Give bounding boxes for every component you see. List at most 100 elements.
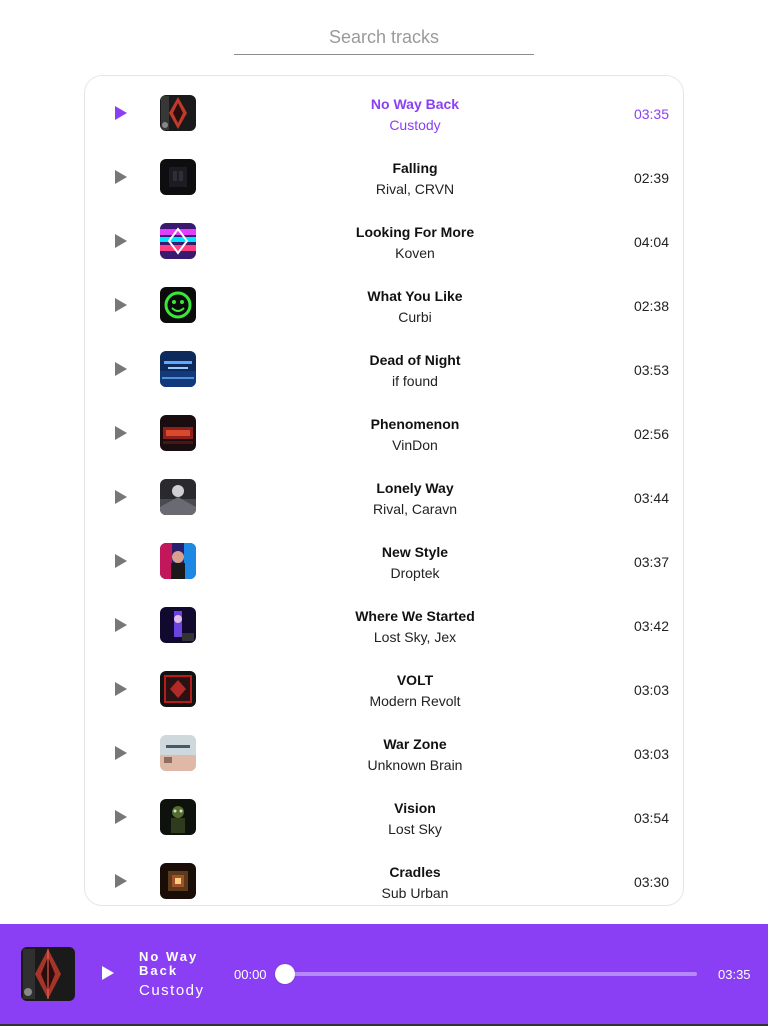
play-icon[interactable] xyxy=(115,362,127,376)
search-bar xyxy=(234,22,534,55)
track-info: VOLT Modern Revolt xyxy=(215,671,615,710)
track-row[interactable]: Lonely Way Rival, Caravn 03:44 xyxy=(85,464,683,528)
play-icon[interactable] xyxy=(115,682,127,696)
cover-art xyxy=(160,479,196,515)
track-artist: Lost Sky, Jex xyxy=(373,629,457,645)
track-info: Where We Started Lost Sky, Jex xyxy=(215,607,615,646)
track-row[interactable]: Vision Lost Sky 03:54 xyxy=(85,784,683,848)
track-row[interactable]: What You Like Curbi 02:38 xyxy=(85,272,683,336)
track-title: What You Like xyxy=(367,288,463,304)
play-icon[interactable] xyxy=(115,810,127,824)
cover-art xyxy=(160,415,196,451)
track-title: No Way Back xyxy=(370,96,460,112)
track-info: Looking For More Koven xyxy=(215,223,615,262)
track-row[interactable]: Dead of Night if found 03:53 xyxy=(85,336,683,400)
search-input[interactable] xyxy=(234,22,534,52)
track-row[interactable]: Looking For More Koven 04:04 xyxy=(85,208,683,272)
cover-art xyxy=(160,863,196,899)
track-title: VOLT xyxy=(396,672,434,688)
player-track-title: No Way Back xyxy=(139,949,199,978)
progress-slider[interactable] xyxy=(275,964,697,984)
track-title: New Style xyxy=(381,544,449,560)
track-title: War Zone xyxy=(383,736,447,752)
track-duration: 02:38 xyxy=(633,298,669,314)
track-row[interactable]: Where We Started Lost Sky, Jex 03:42 xyxy=(85,592,683,656)
track-info: Lonely Way Rival, Caravn xyxy=(215,479,615,518)
cover-art xyxy=(160,351,196,387)
play-icon[interactable] xyxy=(115,426,127,440)
track-artist: Rival, Caravn xyxy=(372,501,458,517)
track-artist: Rival, CRVN xyxy=(375,181,455,197)
play-icon[interactable] xyxy=(115,106,127,120)
track-info: War Zone Unknown Brain xyxy=(215,735,615,774)
track-title: Vision xyxy=(394,800,436,816)
track-duration: 03:35 xyxy=(633,106,669,122)
track-info: Dead of Night if found xyxy=(215,351,615,390)
track-list: No Way Back Custody 03:35 Falling Rival, CRV… xyxy=(84,75,684,906)
track-duration: 03:30 xyxy=(633,874,669,890)
track-artist: Custody xyxy=(389,117,441,133)
track-artist: Koven xyxy=(395,245,435,261)
track-title: Cradles xyxy=(389,864,441,880)
cover-art xyxy=(160,223,196,259)
track-info: Vision Lost Sky xyxy=(215,799,615,838)
track-artist: VinDon xyxy=(392,437,438,453)
play-icon[interactable] xyxy=(115,298,127,312)
cover-art xyxy=(160,159,196,195)
track-duration: 03:44 xyxy=(633,490,669,506)
cover-art xyxy=(160,671,196,707)
track-row[interactable]: No Way Back Custody 03:35 xyxy=(85,80,683,144)
track-duration: 03:54 xyxy=(633,810,669,826)
cover-art xyxy=(160,95,196,131)
track-duration: 04:04 xyxy=(633,234,669,250)
cover-art xyxy=(160,607,196,643)
track-artist: Unknown Brain xyxy=(367,757,463,773)
track-row[interactable]: Cradles Sub Urban 03:30 xyxy=(85,848,683,905)
track-duration: 03:42 xyxy=(633,618,669,634)
play-icon[interactable] xyxy=(115,490,127,504)
track-info: Falling Rival, CRVN xyxy=(215,159,615,198)
track-row[interactable]: New Style Droptek 03:37 xyxy=(85,528,683,592)
track-duration: 03:37 xyxy=(633,554,669,570)
player-cover-art xyxy=(21,947,75,1001)
track-duration: 03:53 xyxy=(633,362,669,378)
player-bar: No Way Back Custody 00:00 03:35 xyxy=(0,924,768,1024)
track-duration: 02:39 xyxy=(633,170,669,186)
track-artist: Sub Urban xyxy=(381,885,449,901)
progress-thumb[interactable] xyxy=(275,964,295,984)
cover-art xyxy=(160,287,196,323)
track-info: New Style Droptek xyxy=(215,543,615,582)
track-title: Looking For More xyxy=(355,224,475,240)
play-icon[interactable] xyxy=(115,874,127,888)
track-artist: if found xyxy=(392,373,438,389)
track-title: Falling xyxy=(392,160,438,176)
play-icon[interactable] xyxy=(115,170,127,184)
track-title: Dead of Night xyxy=(369,352,461,368)
cover-art xyxy=(160,799,196,835)
track-info: No Way Back Custody xyxy=(215,95,615,134)
play-icon[interactable] xyxy=(115,234,127,248)
track-row[interactable]: Falling Rival, CRVN 02:39 xyxy=(85,144,683,208)
track-artist: Droptek xyxy=(390,565,440,581)
track-info: Phenomenon VinDon xyxy=(215,415,615,454)
track-duration: 03:03 xyxy=(633,682,669,698)
track-title: Lonely Way xyxy=(376,480,454,496)
play-icon[interactable] xyxy=(115,746,127,760)
play-icon[interactable] xyxy=(115,554,127,568)
track-info: Cradles Sub Urban xyxy=(215,863,615,902)
total-time: 03:35 xyxy=(718,967,751,982)
track-row[interactable]: VOLT Modern Revolt 03:03 xyxy=(85,656,683,720)
track-artist: Lost Sky xyxy=(388,821,442,837)
track-row[interactable]: Phenomenon VinDon 02:56 xyxy=(85,400,683,464)
cover-art xyxy=(160,543,196,579)
track-title: Phenomenon xyxy=(370,416,460,432)
current-time: 00:00 xyxy=(234,967,267,982)
cover-art xyxy=(160,735,196,771)
play-icon[interactable] xyxy=(115,618,127,632)
track-title: Where We Started xyxy=(355,608,475,624)
track-artist: Modern Revolt xyxy=(369,693,461,709)
player-play-button[interactable] xyxy=(102,966,114,980)
track-duration: 02:56 xyxy=(633,426,669,442)
track-row[interactable]: War Zone Unknown Brain 03:03 xyxy=(85,720,683,784)
track-info: What You Like Curbi xyxy=(215,287,615,326)
